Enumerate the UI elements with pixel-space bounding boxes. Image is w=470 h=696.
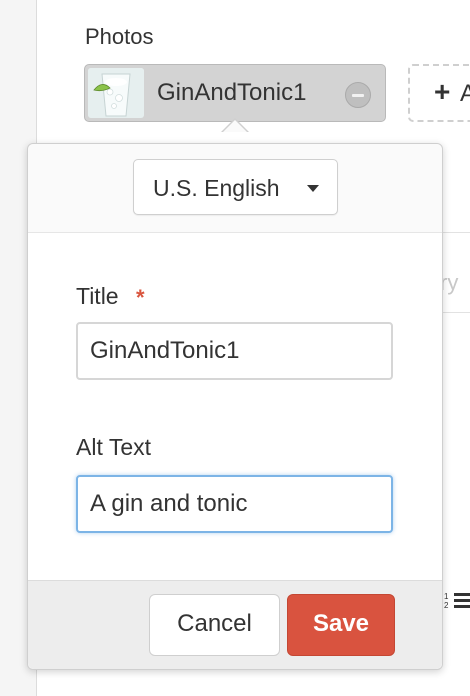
photo-details-popover: U.S. English Title * Alt Text Cancel Sav… [27,143,443,670]
title-field-label: Title [76,283,119,309]
remove-photo-icon[interactable] [345,82,371,108]
photos-section-label: Photos [85,24,154,49]
svg-text:1: 1 [444,592,449,601]
language-select[interactable]: U.S. English [133,159,338,215]
ordered-list-icon[interactable]: 1 2 [444,591,470,611]
photo-thumbnail [88,68,144,118]
add-photo-button[interactable]: + A [408,64,470,122]
selected-photo-chip[interactable]: GinAndTonic1 [84,64,386,122]
popover-footer: Cancel Save [28,580,442,669]
background-divider [443,312,470,313]
plus-icon: + [434,76,451,107]
cancel-button[interactable]: Cancel [149,594,280,656]
list-line [454,599,470,602]
photo-name: GinAndTonic1 [157,79,307,106]
title-input[interactable] [76,322,393,380]
svg-text:2: 2 [444,601,449,610]
gin-and-tonic-icon [88,68,144,118]
add-photo-label: A [460,80,470,107]
list-line [454,593,470,596]
chevron-down-icon [307,185,319,192]
background-divider [443,232,470,233]
list-line [454,605,470,608]
save-button[interactable]: Save [287,594,395,656]
alt-text-field-label: Alt Text [76,434,151,460]
language-select-value: U.S. English [153,175,280,201]
popover-arrow-fill [223,120,247,132]
alt-text-input[interactable] [76,475,393,533]
popover-header: U.S. English [28,144,442,233]
list-numbers-glyph: 1 2 [444,592,449,610]
required-asterisk-icon: * [136,285,145,310]
